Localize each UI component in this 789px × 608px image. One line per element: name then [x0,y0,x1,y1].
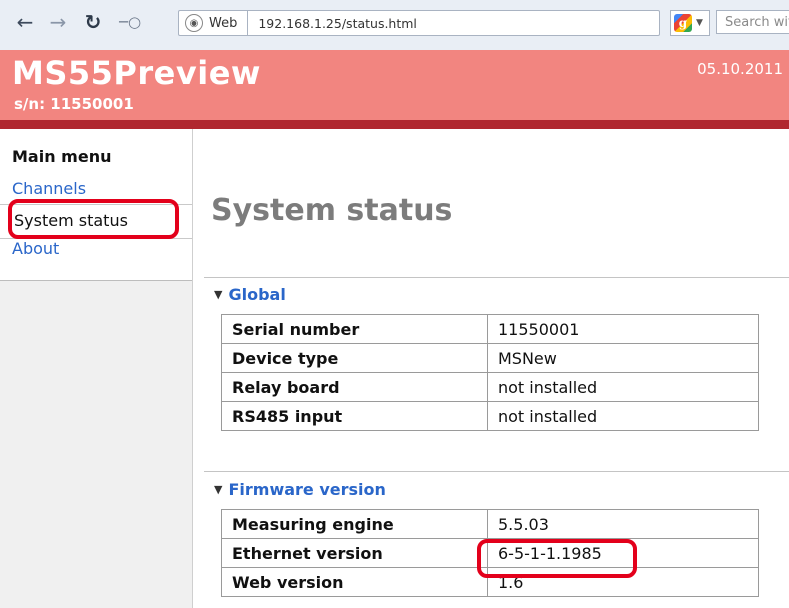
section-divider [204,277,789,278]
row-value: not installed [487,372,759,402]
row-key: Serial number [221,314,488,344]
row-key: Ethernet version [221,538,488,568]
app-title: MS55Preview [12,54,261,92]
row-key: Device type [221,343,488,373]
address-bar[interactable]: ◉ Web 192.168.1.25/status.html [178,10,660,36]
row-value: 5.5.03 [487,509,759,539]
back-arrow-icon[interactable]: ← [12,10,38,34]
table-row: Device type MSNew [221,343,759,373]
table-row: Relay board not installed [221,372,759,402]
global-info-table: Serial number 11550001 Device type MSNew… [221,314,759,431]
chevron-down-icon: ▼ [696,18,703,28]
section-header-firmware[interactable]: ▼ Firmware version [214,480,386,499]
row-value: MSNew [487,343,759,373]
forward-arrow-icon[interactable]: → [45,10,71,34]
search-input[interactable]: Search wit [716,10,789,34]
serial-number-label: s/n: 11550001 [14,95,134,113]
table-row: Serial number 11550001 [221,314,759,344]
header-divider-bar [0,120,789,129]
url-text[interactable]: 192.168.1.25/status.html [258,16,417,31]
row-key: Measuring engine [221,509,488,539]
section-title: Firmware version [228,480,386,499]
browser-toolbar: ← → ↻ ─○ ◉ Web 192.168.1.25/status.html … [0,0,789,51]
sidebar-item-about[interactable]: About [12,239,59,258]
reload-icon[interactable]: ↻ [80,10,106,34]
search-engine-selector[interactable]: g ▼ [670,10,710,36]
globe-icon: ◉ [185,14,203,32]
highlight-ethernet-version [477,539,637,578]
row-value: 11550001 [487,314,759,344]
site-label: Web [209,15,238,31]
row-key: Web version [221,567,488,597]
row-key: Relay board [221,372,488,402]
sidebar-item-channels[interactable]: Channels [12,179,86,198]
google-icon: g [674,14,692,32]
page-title: System status [211,193,453,228]
table-row: Measuring engine 5.5.03 [221,509,759,539]
triangle-down-icon: ▼ [214,288,223,301]
section-title: Global [228,285,286,304]
row-value: not installed [487,401,759,431]
section-divider [204,471,789,472]
table-row: RS485 input not installed [221,401,759,431]
header-date: 05.10.2011 [697,60,783,78]
row-key: RS485 input [221,401,488,431]
menu-title: Main menu [12,147,112,166]
triangle-down-icon: ▼ [214,483,223,496]
highlight-system-status [8,199,179,239]
section-header-global[interactable]: ▼ Global [214,285,286,304]
address-separator [247,11,249,35]
key-icon[interactable]: ─○ [112,11,148,33]
